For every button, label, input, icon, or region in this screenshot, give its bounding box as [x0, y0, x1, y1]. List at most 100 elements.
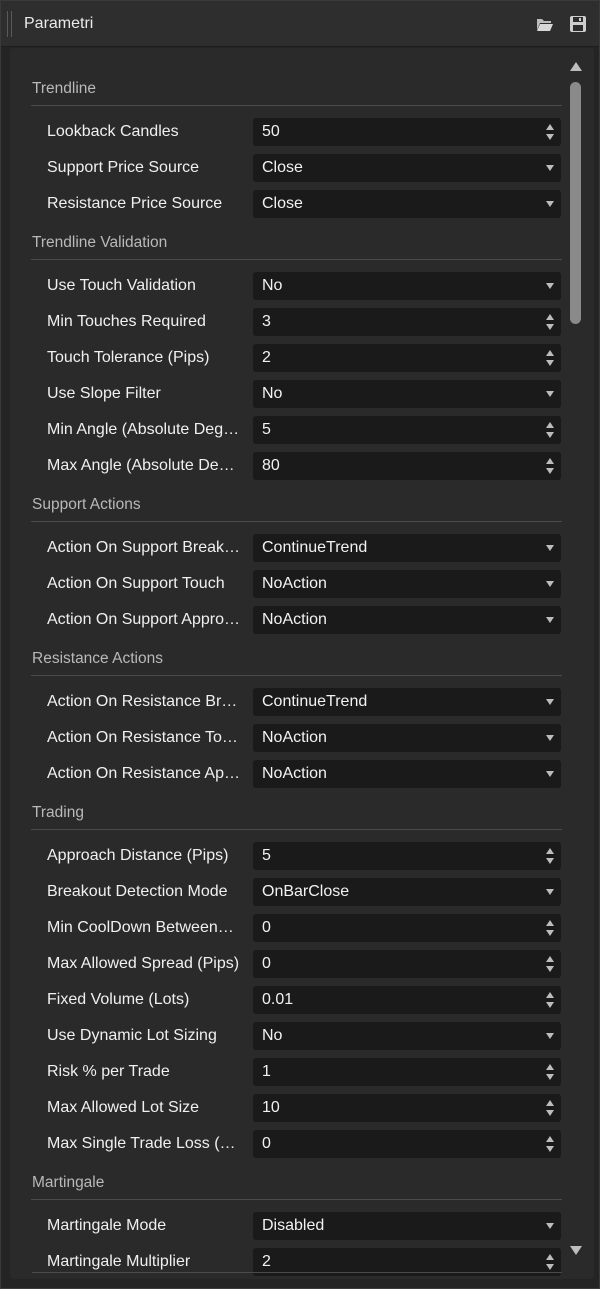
spinner-arrows-icon[interactable]	[545, 1098, 555, 1118]
vertical-scrollbar[interactable]	[568, 58, 584, 1268]
parameter-label: Max Allowed Lot Size	[47, 1099, 200, 1116]
field-value: NoAction	[262, 729, 327, 746]
field-value: 50	[262, 123, 280, 140]
parameter-label: Action On Resistance Ap…	[47, 765, 240, 782]
parameter-label: Min CoolDown Between…	[47, 919, 234, 936]
dropdown-select[interactable]: Close	[253, 154, 561, 182]
dropdown-select[interactable]: NoAction	[253, 606, 561, 634]
spinner-arrows-icon[interactable]	[545, 846, 555, 866]
dropdown-arrow-icon[interactable]	[546, 545, 554, 551]
dropdown-arrow-icon[interactable]	[546, 735, 554, 741]
dropdown-select[interactable]: Disabled	[253, 1212, 561, 1240]
spin-up-icon	[546, 956, 554, 962]
title-bar[interactable]: Parametri	[1, 1, 599, 47]
spin-down-icon	[546, 930, 554, 936]
spinner-arrows-icon[interactable]	[545, 348, 555, 368]
dropdown-arrow-icon[interactable]	[546, 283, 554, 289]
spinner-arrows-icon[interactable]	[545, 312, 555, 332]
spin-up-icon	[546, 458, 554, 464]
spinner-arrows-icon[interactable]	[545, 456, 555, 476]
parameter-label: Fixed Volume (Lots)	[47, 991, 190, 1008]
spin-up-icon	[546, 1100, 554, 1106]
section-divider	[31, 829, 562, 830]
dropdown-select[interactable]: No	[253, 1022, 561, 1050]
spin-down-icon	[546, 432, 554, 438]
numeric-input[interactable]: 0.01	[253, 986, 561, 1014]
section-header: Resistance Actions	[32, 650, 163, 667]
dropdown-arrow-icon[interactable]	[546, 201, 554, 207]
field-value: No	[262, 277, 283, 294]
open-folder-icon[interactable]	[535, 15, 555, 33]
dropdown-arrow-icon[interactable]	[546, 581, 554, 587]
numeric-input[interactable]: 80	[253, 452, 561, 480]
field-value: No	[262, 1027, 283, 1044]
numeric-input[interactable]: 2	[253, 344, 561, 372]
field-value: OnBarClose	[262, 883, 350, 900]
numeric-input[interactable]: 1	[253, 1058, 561, 1086]
dropdown-arrow-icon[interactable]	[546, 771, 554, 777]
parameter-label: Touch Tolerance (Pips)	[47, 349, 210, 366]
parameter-label: Min Angle (Absolute Deg…	[47, 421, 240, 438]
spinner-arrows-icon[interactable]	[545, 1252, 555, 1272]
numeric-input[interactable]: 50	[253, 118, 561, 146]
spinner-arrows-icon[interactable]	[545, 1062, 555, 1082]
scrollbar-thumb[interactable]	[570, 82, 581, 324]
spin-up-icon	[546, 314, 554, 320]
dropdown-select[interactable]: ContinueTrend	[253, 688, 561, 716]
numeric-input[interactable]: 10	[253, 1094, 561, 1122]
field-value: 5	[262, 847, 271, 864]
dropdown-arrow-icon[interactable]	[546, 699, 554, 705]
dropdown-select[interactable]: No	[253, 272, 561, 300]
numeric-input[interactable]: 0	[253, 950, 561, 978]
parameter-label: Min Touches Required	[47, 313, 206, 330]
dropdown-select[interactable]: OnBarClose	[253, 878, 561, 906]
spinner-arrows-icon[interactable]	[545, 918, 555, 938]
spinner-arrows-icon[interactable]	[545, 954, 555, 974]
dropdown-arrow-icon[interactable]	[546, 1223, 554, 1229]
dropdown-arrow-icon[interactable]	[546, 391, 554, 397]
field-value: Close	[262, 195, 303, 212]
save-icon[interactable]	[569, 15, 589, 33]
field-value: No	[262, 385, 283, 402]
scroll-up-arrow-icon[interactable]	[570, 62, 582, 71]
parameter-label: Max Single Trade Loss (…	[47, 1135, 236, 1152]
numeric-input[interactable]: 3	[253, 308, 561, 336]
scroll-down-arrow-icon[interactable]	[570, 1246, 582, 1255]
numeric-input[interactable]: 0	[253, 1130, 561, 1158]
dropdown-arrow-icon[interactable]	[546, 1033, 554, 1039]
spinner-arrows-icon[interactable]	[545, 122, 555, 142]
section-divider	[31, 675, 562, 676]
spin-down-icon	[546, 1146, 554, 1152]
dropdown-select[interactable]: Close	[253, 190, 561, 218]
numeric-input[interactable]: 5	[253, 842, 561, 870]
dropdown-arrow-icon[interactable]	[546, 889, 554, 895]
parameter-label: Use Slope Filter	[47, 385, 161, 402]
dropdown-select[interactable]: NoAction	[253, 570, 561, 598]
field-value: 2	[262, 1253, 271, 1270]
numeric-input[interactable]: 0	[253, 914, 561, 942]
spinner-arrows-icon[interactable]	[545, 420, 555, 440]
dropdown-arrow-icon[interactable]	[546, 165, 554, 171]
field-value: 0	[262, 1135, 271, 1152]
dropdown-arrow-icon[interactable]	[546, 617, 554, 623]
field-value: NoAction	[262, 575, 327, 592]
dropdown-select[interactable]: NoAction	[253, 724, 561, 752]
dropdown-select[interactable]: No	[253, 380, 561, 408]
dropdown-select[interactable]: NoAction	[253, 760, 561, 788]
parameter-label: Use Dynamic Lot Sizing	[47, 1027, 217, 1044]
spinner-arrows-icon[interactable]	[545, 1134, 555, 1154]
field-value: ContinueTrend	[262, 539, 368, 556]
dropdown-select[interactable]: ContinueTrend	[253, 534, 561, 562]
numeric-input[interactable]: 5	[253, 416, 561, 444]
field-value: 5	[262, 421, 271, 438]
section-header: Trendline	[32, 80, 97, 97]
parameter-label: Breakout Detection Mode	[47, 883, 228, 900]
parameter-label: Action On Resistance To…	[47, 729, 238, 746]
drag-grip-icon[interactable]	[7, 11, 12, 37]
spinner-arrows-icon[interactable]	[545, 990, 555, 1010]
parameter-label: Action On Support Touch	[47, 575, 225, 592]
field-value: 0.01	[262, 991, 294, 1008]
section-header: Trendline Validation	[32, 234, 168, 251]
field-value: 3	[262, 313, 271, 330]
parameter-label: Risk % per Trade	[47, 1063, 170, 1080]
